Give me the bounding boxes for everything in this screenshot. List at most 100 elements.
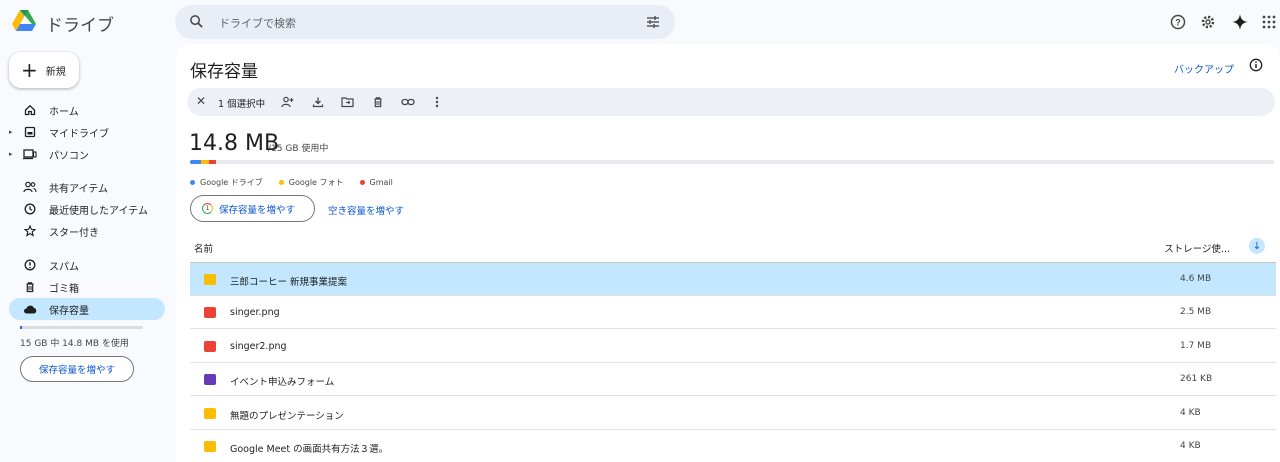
storage-used-amount: 14.8 MB xyxy=(189,131,280,156)
slides-file-icon xyxy=(204,274,216,285)
move-to-folder-icon[interactable] xyxy=(340,95,354,109)
star-icon xyxy=(23,224,37,238)
usage-segment-photos xyxy=(201,160,209,164)
clear-selection-close-icon[interactable]: ✕ xyxy=(196,94,206,108)
share-person-add-icon[interactable] xyxy=(280,95,294,109)
new-button-label: 新規 xyxy=(45,66,66,78)
sidebar-item-label: スター付き xyxy=(49,227,99,239)
file-name: singer2.png xyxy=(230,341,287,352)
legend-dot-gmail xyxy=(359,180,365,185)
main-panel: 保存容量 バックアップ ✕ 1 個選択中 14.8 MB /15 GB 使用中 … xyxy=(176,44,1280,462)
gemini-sparkle-icon[interactable] xyxy=(1230,12,1250,32)
sidebar-item-label: ホーム xyxy=(49,106,79,118)
help-icon[interactable]: ? xyxy=(1168,12,1188,32)
selection-count: 1 個選択中 xyxy=(218,99,266,110)
file-row[interactable]: 無題のプレゼンテーション 4 KB xyxy=(190,397,1276,430)
file-size: 4.6 MB xyxy=(1180,274,1212,284)
sidebar-item-spam[interactable]: スパム xyxy=(9,254,165,276)
copy-link-icon[interactable] xyxy=(401,95,415,109)
plus-icon: + xyxy=(21,58,38,82)
file-row[interactable]: singer2.png 1.7 MB xyxy=(190,330,1276,363)
backup-link[interactable]: バックアップ xyxy=(1174,61,1234,76)
storage-usage-bar xyxy=(190,160,1274,164)
file-size: 2.5 MB xyxy=(1180,307,1212,317)
computer-icon xyxy=(23,147,37,161)
page-title: 保存容量 xyxy=(190,62,258,82)
my-drive-icon xyxy=(23,125,37,139)
svg-text:?: ? xyxy=(1175,18,1181,28)
sidebar-item-label: 保存容量 xyxy=(49,305,89,317)
file-row[interactable]: singer.png 2.5 MB xyxy=(190,296,1276,329)
cloud-icon xyxy=(23,302,37,316)
file-name: 三郎コーヒー 新規事業提案 xyxy=(230,277,348,288)
sidebar-item-label: 最近使用したアイテム xyxy=(49,205,148,217)
storage-total-label: /15 GB 使用中 xyxy=(268,144,329,154)
new-button[interactable]: + 新規 xyxy=(9,52,79,88)
search-input[interactable]: ドライブで検索 xyxy=(219,15,296,31)
column-header-storage[interactable]: ストレージ使... xyxy=(1164,241,1230,255)
legend-label: Google ドライブ xyxy=(200,178,263,187)
image-file-icon xyxy=(204,307,216,318)
file-size: 4 KB xyxy=(1180,408,1201,418)
file-size: 1.7 MB xyxy=(1180,341,1212,351)
sidebar-item-shared[interactable]: 共有アイテム xyxy=(9,176,165,198)
legend-label: Google フォト xyxy=(288,178,344,187)
shared-people-icon xyxy=(23,180,37,194)
file-row[interactable]: イベント申込みフォーム 261 KB xyxy=(190,363,1276,396)
sidebar-item-label: スパム xyxy=(49,261,79,273)
apps-grid-icon[interactable] xyxy=(1259,12,1279,32)
file-name: イベント申込みフォーム xyxy=(230,377,335,388)
sidebar-item-starred[interactable]: スター付き xyxy=(9,220,165,242)
sidebar-item-label: ゴミ箱 xyxy=(49,283,79,295)
top-bar: ドライブ ドライブで検索 ? xyxy=(0,0,1280,44)
file-size: 4 KB xyxy=(1180,441,1201,451)
sidebar-item-trash[interactable]: ゴミ箱 xyxy=(9,276,165,298)
quota-text: 15 GB 中 14.8 MB を使用 xyxy=(20,339,129,349)
home-icon xyxy=(23,103,37,117)
slides-file-icon xyxy=(204,441,216,452)
quota-progress-bar xyxy=(20,326,143,329)
file-size: 261 KB xyxy=(1180,374,1213,384)
file-name: Google Meet の画面共有方法３選。 xyxy=(230,444,389,455)
sidebar-item-computers[interactable]: ▸ パソコン xyxy=(9,143,165,165)
sidebar-item-label: 共有アイテム xyxy=(49,183,108,195)
legend-dot-drive xyxy=(190,180,195,185)
file-name: 無題のプレゼンテーション xyxy=(230,411,344,422)
sidebar-item-recent[interactable]: 最近使用したアイテム xyxy=(9,198,165,220)
selection-toolbar: ✕ 1 個選択中 xyxy=(187,88,1275,116)
sidebar-item-label: パソコン xyxy=(49,150,89,162)
sort-arrow-down-icon[interactable]: ↓ xyxy=(1249,238,1265,254)
column-header-name[interactable]: 名前 xyxy=(194,241,213,255)
download-icon[interactable] xyxy=(311,95,325,109)
buy-storage-button[interactable]: 1 保存容量を増やす xyxy=(190,195,315,222)
expand-caret-icon[interactable]: ▸ xyxy=(9,128,16,136)
usage-segment-gmail xyxy=(209,160,216,164)
more-actions-icon[interactable] xyxy=(430,95,444,109)
file-row[interactable]: Google Meet の画面共有方法３選。 4 KB xyxy=(190,430,1276,462)
settings-gear-icon[interactable] xyxy=(1198,12,1218,32)
forms-file-icon xyxy=(204,374,216,385)
increase-storage-button[interactable]: 保存容量を増やす xyxy=(20,356,134,382)
legend-label: Gmail xyxy=(369,178,393,187)
free-up-space-link[interactable]: 空き容量を増やす xyxy=(328,203,404,217)
sidebar-item-home[interactable]: ホーム xyxy=(9,99,165,121)
search-icon[interactable] xyxy=(189,14,204,29)
buy-storage-label: 保存容量を増やす xyxy=(219,204,296,216)
file-name: singer.png xyxy=(230,307,280,318)
usage-segment-drive xyxy=(190,160,201,164)
search-bar[interactable]: ドライブで検索 xyxy=(175,5,675,39)
trash-icon[interactable] xyxy=(371,95,385,109)
search-options-icon[interactable] xyxy=(645,14,661,30)
sidebar-item-my-drive[interactable]: ▸ マイドライブ xyxy=(9,121,165,143)
drive-logo-icon[interactable] xyxy=(12,10,36,32)
trash-icon xyxy=(23,280,37,294)
sidebar-item-storage[interactable]: 保存容量 xyxy=(9,298,165,320)
info-icon[interactable] xyxy=(1249,58,1263,72)
sidebar-item-label: マイドライブ xyxy=(49,128,109,140)
file-row[interactable]: 三郎コーヒー 新規事業提案 4.6 MB xyxy=(190,263,1276,296)
legend-dot-photos xyxy=(278,180,284,185)
google-one-icon: 1 xyxy=(202,203,213,214)
spam-alert-icon xyxy=(23,258,37,272)
expand-caret-icon[interactable]: ▸ xyxy=(9,150,16,158)
app-title[interactable]: ドライブ xyxy=(46,11,114,36)
